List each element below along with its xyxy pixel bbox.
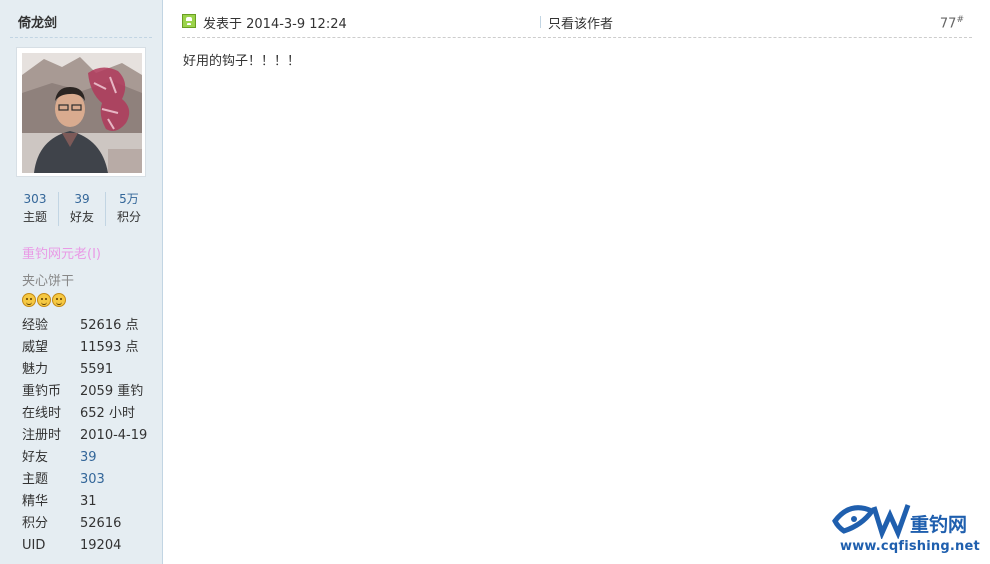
info-row-online-time: 在线时 652 小时 <box>22 403 157 425</box>
info-key: 经验 <box>22 318 49 333</box>
info-value: 11593 点 <box>80 340 139 355</box>
info-row-points: 积分 52616 <box>22 513 157 535</box>
avatar-frame <box>16 47 146 177</box>
author-name[interactable]: 倚龙剑 <box>18 12 57 31</box>
floor-value: 77 <box>939 16 957 32</box>
info-row-digest: 精华 31 <box>22 491 157 513</box>
info-key: 重钓币 <box>22 384 62 399</box>
info-value: 19204 <box>80 538 122 553</box>
watermark-logo-icon <box>832 504 911 539</box>
site-watermark: 重钓网 www.cqfishing.net <box>832 497 987 559</box>
watermark-url: www.cqfishing.net <box>840 539 980 554</box>
author-sidebar: 倚龙剑 303 主题 39 好友 5万 积分 重钓网元老(I) 夹心饼干 经验 … <box>0 0 163 564</box>
info-key: 注册时 <box>22 428 62 443</box>
info-value: 2059 重钓 <box>80 384 144 399</box>
floor-suffix: # <box>956 15 964 25</box>
watermark-site-name: 重钓网 <box>910 514 968 536</box>
info-value-link[interactable]: 303 <box>80 469 105 491</box>
rank-stars <box>22 293 67 309</box>
online-status-icon <box>182 14 196 28</box>
info-key: 在线时 <box>22 406 62 421</box>
info-value-link[interactable]: 39 <box>80 447 97 469</box>
stat-label: 主题 <box>22 210 47 224</box>
smile-icon <box>52 293 66 307</box>
info-value: 5591 <box>80 362 114 377</box>
info-row-coins: 重钓币 2059 重钓 <box>22 381 157 403</box>
smile-icon <box>22 293 36 307</box>
info-row-prestige: 威望 11593 点 <box>22 337 157 359</box>
info-key: 精华 <box>22 494 49 509</box>
stat-label: 积分 <box>116 210 141 224</box>
post-time: 发表于 2014-3-9 12:24 <box>203 17 347 32</box>
header-divider <box>540 16 541 28</box>
author-stats: 303 主题 39 好友 5万 积分 <box>12 190 152 230</box>
info-key: 威望 <box>22 340 49 355</box>
info-value: 52616 点 <box>80 318 139 333</box>
info-value: 652 小时 <box>80 406 135 421</box>
smile-icon <box>37 293 51 307</box>
avatar[interactable] <box>22 53 142 173</box>
info-key: 魅力 <box>22 362 49 377</box>
author-info-list: 经验 52616 点 威望 11593 点 魅力 5591 重钓币 2059 重… <box>22 315 157 557</box>
floor-number[interactable]: 77# <box>940 15 964 31</box>
stat-threads[interactable]: 303 主题 <box>12 190 58 226</box>
info-key: 积分 <box>22 516 49 531</box>
info-row-friends: 好友 39 <box>22 447 157 469</box>
info-value: 52616 <box>80 516 122 531</box>
stat-friends[interactable]: 39 好友 <box>59 190 105 226</box>
stat-label: 好友 <box>69 210 94 224</box>
user-rank: 夹心饼干 <box>22 274 75 289</box>
info-value: 31 <box>80 494 97 509</box>
info-key: 主题 <box>22 472 49 487</box>
info-value: 2010-4-19 <box>80 428 148 443</box>
info-row-charm: 魅力 5591 <box>22 359 157 381</box>
info-row-uid: UID 19204 <box>22 535 157 557</box>
stat-value: 5万 <box>119 192 139 206</box>
info-row-threads: 主题 303 <box>22 469 157 491</box>
stat-points[interactable]: 5万 积分 <box>106 190 152 226</box>
stat-value: 303 <box>23 192 47 206</box>
only-view-author-link[interactable]: 只看该作者 <box>548 13 613 32</box>
post-header: 发表于 2014-3-9 12:24 只看该作者 77# <box>182 11 972 33</box>
info-row-register-date: 注册时 2010-4-19 <box>22 425 157 447</box>
user-group[interactable]: 重钓网元老(I) <box>22 243 101 262</box>
info-key: 好友 <box>22 450 49 465</box>
info-row-experience: 经验 52616 点 <box>22 315 157 337</box>
info-key: UID <box>22 538 46 553</box>
sidebar-divider <box>10 37 152 38</box>
stat-value: 39 <box>74 192 90 206</box>
post-header-divider <box>182 37 972 38</box>
post-content: 好用的钩子！！！！ <box>183 54 301 69</box>
